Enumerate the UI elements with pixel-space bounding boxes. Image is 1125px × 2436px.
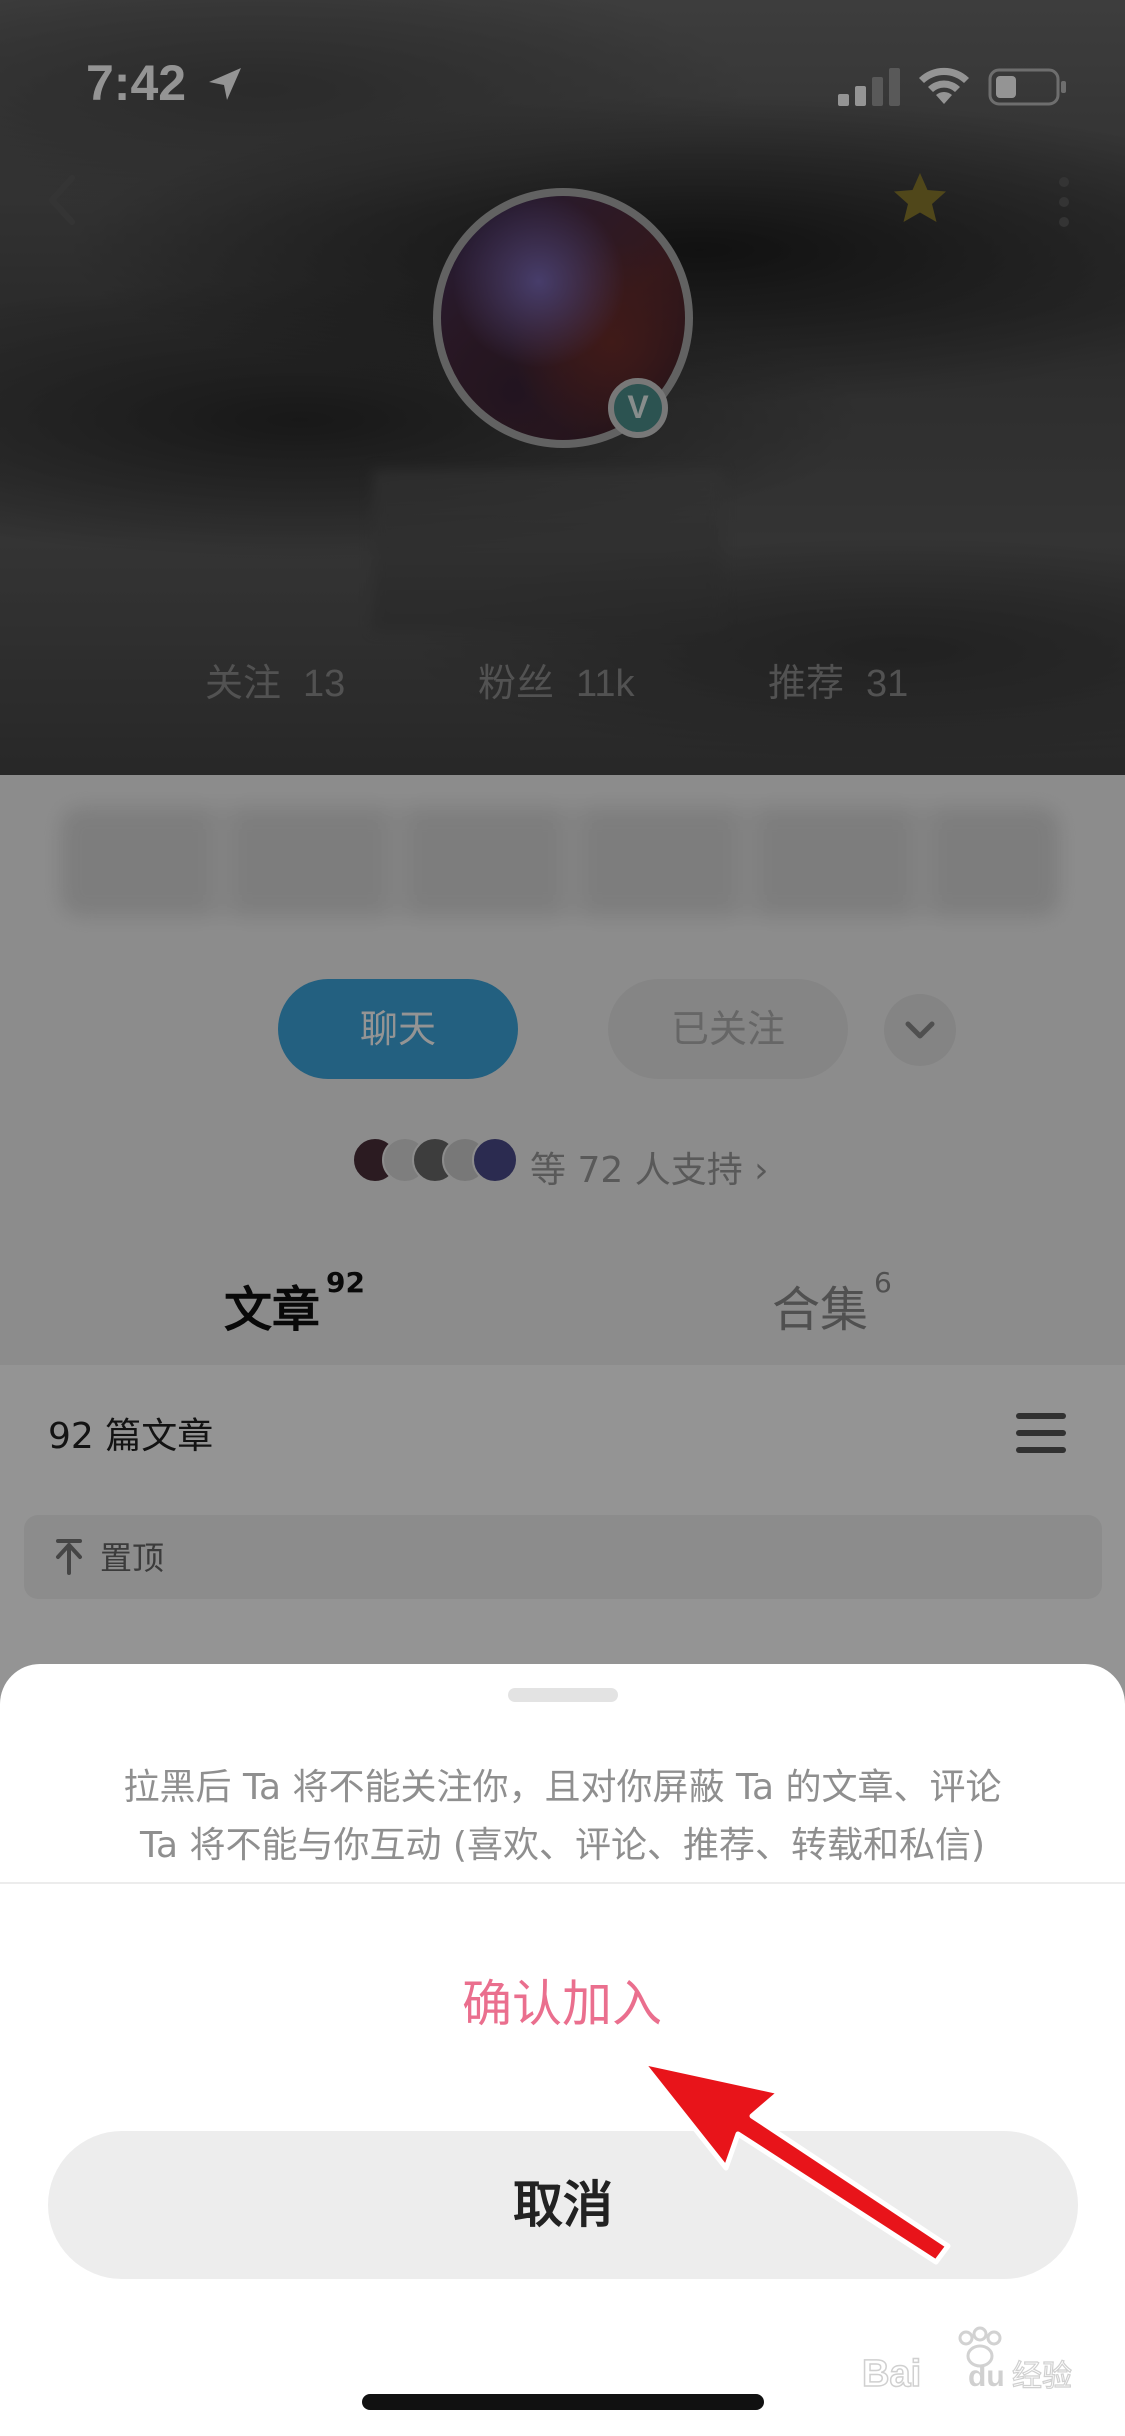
sheet-drag-handle[interactable] <box>508 1688 618 1702</box>
svg-text:du: du <box>968 2360 1005 2393</box>
svg-text:Bai: Bai <box>862 2353 921 2395</box>
sheet-message-line-2: Ta 将不能与你互动 (喜欢、评论、推荐、转载和私信) <box>139 1825 986 1866</box>
annotation-arrow-icon <box>639 2059 951 2265</box>
sheet-message-line-1: 拉黑后 Ta 将不能关注你，且对你屏蔽 Ta 的文章、评论 <box>123 1767 1002 1808</box>
confirm-add-button[interactable]: 确认加入 <box>362 1964 762 2044</box>
home-indicator <box>362 2394 764 2410</box>
baidu-watermark-logo: Bai du 经验 <box>862 2326 1073 2396</box>
divider <box>0 1882 1125 1884</box>
svg-text:经验: 经验 <box>1012 2359 1072 2394</box>
